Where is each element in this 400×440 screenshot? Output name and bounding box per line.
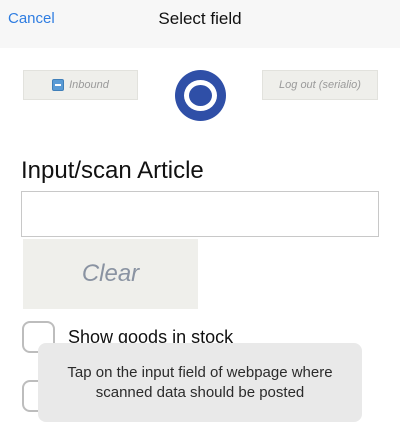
article-field-label: Input/scan Article [21, 157, 204, 184]
logout-button[interactable]: Log out (serialio) [262, 70, 378, 100]
o-logo-icon [184, 80, 217, 111]
clear-button[interactable]: Clear [23, 239, 198, 309]
inbound-button-label: Inbound [69, 79, 109, 91]
inbound-button[interactable]: Inbound [23, 70, 138, 100]
logout-button-label: Log out (serialio) [279, 79, 361, 91]
inbound-icon [52, 79, 65, 91]
page-title: Select field [158, 9, 242, 28]
app-logo [175, 70, 226, 121]
article-input[interactable] [21, 191, 379, 237]
navigation-bar: Cancel Select field [0, 0, 400, 48]
toast-message: Tap on the input field of webpage where … [38, 343, 362, 422]
